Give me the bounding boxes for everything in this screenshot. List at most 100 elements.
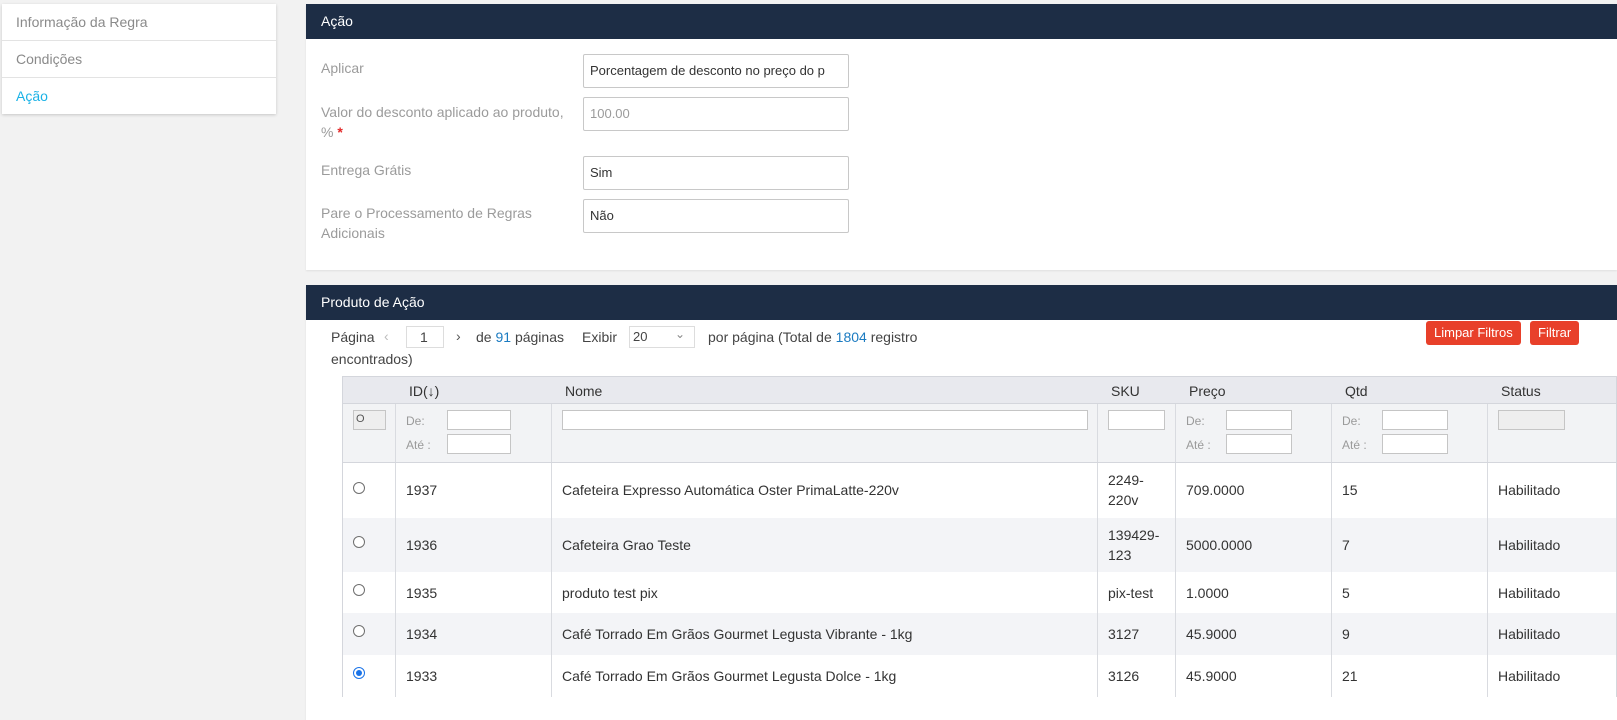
- cell-nome: Cafeteira Grao Teste: [562, 537, 691, 553]
- table-row[interactable]: 1936 Cafeteira Grao Teste 139429- 123 50…: [342, 518, 1617, 572]
- desconto-input[interactable]: 100.00: [583, 97, 849, 131]
- per-page-select[interactable]: 20 ⌄: [629, 326, 695, 348]
- table-row[interactable]: 1933 Café Torrado Em Grãos Gourmet Legus…: [342, 655, 1617, 697]
- cell-id: 1934: [406, 626, 438, 642]
- divider: [395, 463, 396, 518]
- entrega-label: Entrega Grátis: [321, 162, 412, 178]
- desconto-label-text: Valor do desconto aplicado ao produto, %: [321, 104, 564, 140]
- id-from-input[interactable]: [447, 410, 511, 430]
- divider: [395, 655, 396, 697]
- divider: [1097, 518, 1098, 572]
- cell-preco: 45.9000: [1186, 626, 1237, 642]
- page-input[interactable]: 1: [406, 326, 444, 348]
- divider: [1331, 518, 1332, 572]
- cell-preco: 1.0000: [1186, 585, 1229, 601]
- cell-sku: pix-test: [1108, 585, 1154, 601]
- pare-select[interactable]: Não: [583, 199, 849, 233]
- filter-row: O De: Até : De: Até : De: Até :: [342, 404, 1617, 463]
- limpar-filtros-button[interactable]: Limpar Filtros: [1426, 321, 1521, 345]
- chevron-down-icon: ⌄: [674, 327, 685, 341]
- cell-nome: produto test pix: [562, 585, 658, 601]
- desconto-label: Valor do desconto aplicado ao produto, %…: [321, 102, 566, 142]
- divider: [1175, 655, 1176, 697]
- qtd-from-input[interactable]: [1382, 410, 1448, 430]
- col-nome[interactable]: Nome: [565, 383, 602, 399]
- divider: [1487, 404, 1488, 462]
- row-radio[interactable]: [353, 625, 365, 637]
- table-row[interactable]: 1935 produto test pix pix-test 1.0000 5 …: [342, 572, 1617, 613]
- table-row[interactable]: 1937 Cafeteira Expresso Automática Oster…: [342, 463, 1617, 518]
- cell-sku: 2249-: [1108, 472, 1144, 488]
- preco-to-input[interactable]: [1226, 434, 1292, 454]
- sku-filter-input[interactable]: [1108, 410, 1165, 430]
- cell-id: 1933: [406, 668, 438, 684]
- sidebar-item-condicoes[interactable]: Condições: [2, 41, 276, 78]
- table-row[interactable]: 1934 Café Torrado Em Grãos Gourmet Legus…: [342, 613, 1617, 655]
- select-filter[interactable]: O: [353, 410, 386, 430]
- cell-id: 1935: [406, 585, 438, 601]
- pare-label: Pare o Processamento de Regras Adicionai…: [321, 205, 532, 241]
- col-preco[interactable]: Preço: [1189, 383, 1226, 399]
- aplicar-select[interactable]: Porcentagem de desconto no preço do p: [583, 54, 849, 88]
- divider: [1097, 655, 1098, 697]
- divider: [1097, 463, 1098, 518]
- cell-qtd: 5: [1342, 585, 1350, 601]
- divider: [1175, 572, 1176, 613]
- cell-qtd: 9: [1342, 626, 1350, 642]
- preco-from-input[interactable]: [1226, 410, 1292, 430]
- rule-sidebar: Informação da Regra Condições Ação: [2, 4, 276, 114]
- cell-qtd: 15: [1342, 482, 1358, 498]
- divider: [551, 572, 552, 613]
- encontrados-text: encontrados): [331, 351, 413, 367]
- divider: [1487, 613, 1488, 655]
- id-ate-label: Até :: [406, 438, 431, 452]
- cell-status: Habilitado: [1498, 626, 1561, 642]
- col-qtd[interactable]: Qtd: [1345, 383, 1368, 399]
- chevron-left-icon[interactable]: ‹: [384, 328, 389, 344]
- id-de-label: De:: [406, 414, 425, 428]
- divider: [1331, 613, 1332, 655]
- row-radio[interactable]: [353, 536, 365, 548]
- row-radio[interactable]: [353, 482, 365, 494]
- cell-id: 1937: [406, 482, 438, 498]
- sidebar-item-informacao[interactable]: Informação da Regra: [2, 4, 276, 41]
- cell-nome: Cafeteira Expresso Automática Oster Prim…: [562, 482, 899, 498]
- divider: [1175, 613, 1176, 655]
- cell-preco: 45.9000: [1186, 668, 1237, 684]
- sort-desc-icon: (↓): [423, 383, 440, 399]
- row-radio-selected[interactable]: [353, 667, 365, 679]
- divider: [551, 518, 552, 572]
- total-pages: 91: [495, 329, 512, 345]
- divider: [1487, 463, 1488, 518]
- id-to-input[interactable]: [447, 434, 511, 454]
- cell-sku: 3126: [1108, 668, 1140, 684]
- divider: [1331, 404, 1332, 462]
- row-radio[interactable]: [353, 584, 365, 596]
- divider: [551, 463, 552, 518]
- qtd-de-label: De:: [1342, 414, 1361, 428]
- cell-status: Habilitado: [1498, 537, 1561, 553]
- entrega-select[interactable]: Sim: [583, 156, 849, 190]
- cell-status: Habilitado: [1498, 668, 1561, 684]
- cell-nome: Café Torrado Em Grãos Gourmet Legusta Do…: [562, 668, 897, 684]
- cell-preco: 709.0000: [1186, 482, 1245, 498]
- divider: [551, 613, 552, 655]
- divider: [1331, 572, 1332, 613]
- sidebar-item-acao[interactable]: Ação: [2, 78, 276, 114]
- divider: [551, 655, 552, 697]
- chevron-right-icon[interactable]: ›: [456, 328, 461, 344]
- col-id[interactable]: ID(↓): [409, 383, 439, 399]
- acao-panel-title: Ação: [306, 4, 1617, 39]
- col-sku[interactable]: SKU: [1111, 383, 1140, 399]
- divider: [1487, 572, 1488, 613]
- cell-sku: 3127: [1108, 626, 1140, 642]
- qtd-to-input[interactable]: [1382, 434, 1448, 454]
- grid-header: ID(↓) Nome SKU Preço Qtd Status: [342, 376, 1617, 404]
- status-filter-select[interactable]: [1498, 410, 1565, 430]
- filtrar-button[interactable]: Filtrar: [1530, 321, 1580, 345]
- nome-filter-input[interactable]: [562, 410, 1088, 430]
- aplicar-label: Aplicar: [321, 60, 364, 76]
- cell-status: Habilitado: [1498, 585, 1561, 601]
- qtd-ate-label: Até :: [1342, 438, 1367, 452]
- col-status[interactable]: Status: [1501, 383, 1541, 399]
